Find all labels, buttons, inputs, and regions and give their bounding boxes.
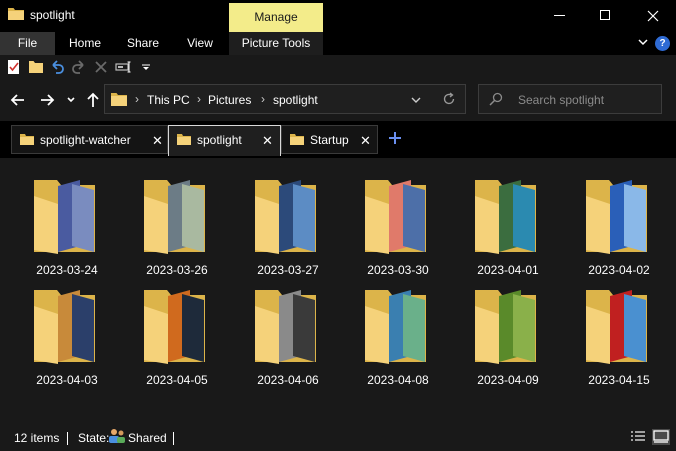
search-icon xyxy=(489,92,503,106)
tab-picture-tools[interactable]: Picture Tools xyxy=(229,32,323,55)
folder-icon xyxy=(290,134,304,145)
folder-item[interactable]: 2023-04-08 xyxy=(347,270,449,387)
folder-name: 2023-04-15 xyxy=(588,373,650,387)
tab-startup[interactable]: Startup ✕ xyxy=(281,125,378,154)
folder-item[interactable]: 2023-04-09 xyxy=(457,270,559,387)
folder-icon xyxy=(111,93,127,106)
close-tab-icon[interactable]: ✕ xyxy=(152,133,163,149)
maximize-icon xyxy=(600,10,610,20)
folder-item[interactable]: 2023-04-01 xyxy=(457,160,559,277)
address-dropdown-icon[interactable] xyxy=(410,94,422,106)
new-folder-icon[interactable] xyxy=(28,59,44,75)
folder-icon xyxy=(177,134,191,145)
breadcrumb-separator-icon[interactable]: › xyxy=(135,92,139,106)
folder-thumbnail-icon xyxy=(255,290,316,364)
title-bar: spotlight Manage xyxy=(0,0,676,32)
folder-icon xyxy=(20,134,34,145)
folder-thumbnail-icon xyxy=(255,180,316,254)
state-label: State: xyxy=(78,431,110,445)
breadcrumb-spotlight[interactable]: spotlight xyxy=(273,93,318,107)
tab-home[interactable]: Home xyxy=(57,32,113,55)
tab-label: spotlight xyxy=(197,133,242,147)
state-value: Shared xyxy=(128,431,167,445)
minimize-icon xyxy=(554,15,565,16)
delete-icon[interactable] xyxy=(93,59,109,75)
address-bar[interactable]: › This PC › Pictures › spotlight xyxy=(104,84,466,114)
refresh-icon[interactable] xyxy=(442,92,456,106)
new-tab-plus-icon[interactable] xyxy=(388,131,402,145)
tab-label: Startup xyxy=(310,133,349,147)
details-view-icon[interactable] xyxy=(629,429,647,445)
folder-thumbnail-icon xyxy=(34,290,95,364)
shared-users-icon xyxy=(109,429,125,443)
folder-item[interactable]: 2023-03-24 xyxy=(16,160,118,277)
customize-toolbar-icon[interactable] xyxy=(138,59,154,75)
maximize-button[interactable] xyxy=(583,0,629,32)
status-bar: 12 items State: Shared xyxy=(0,424,676,451)
back-arrow-icon[interactable] xyxy=(9,91,27,109)
folder-thumbnail-icon xyxy=(365,180,426,254)
status-divider xyxy=(67,432,68,445)
folder-name: 2023-04-06 xyxy=(257,373,319,387)
rename-icon[interactable] xyxy=(115,59,131,75)
folder-item[interactable]: 2023-03-26 xyxy=(126,160,228,277)
folder-thumbnail-icon xyxy=(144,180,205,254)
help-button[interactable]: ? xyxy=(655,36,670,51)
file-list: 2023-03-24 2023-03-26 2023-03-27 2023-03-30… xyxy=(0,158,676,424)
search-input[interactable]: Search spotlight xyxy=(518,93,604,107)
close-tab-icon[interactable]: ✕ xyxy=(360,133,371,149)
breadcrumb-separator-icon[interactable]: › xyxy=(261,92,265,106)
recent-locations-chevron-icon[interactable] xyxy=(64,91,78,109)
folder-name: 2023-04-03 xyxy=(36,373,98,387)
tab-spotlight-watcher[interactable]: spotlight-watcher ✕ xyxy=(11,125,168,154)
folder-item[interactable]: 2023-03-27 xyxy=(237,160,339,277)
navigation-bar: › This PC › Pictures › spotlight Search … xyxy=(0,79,676,121)
breadcrumb-separator-icon[interactable]: › xyxy=(197,92,201,106)
large-icons-view-icon[interactable] xyxy=(652,429,670,445)
folder-item[interactable]: 2023-04-15 xyxy=(568,270,670,387)
folder-item[interactable]: 2023-04-05 xyxy=(126,270,228,387)
undo-icon[interactable] xyxy=(49,59,65,75)
breadcrumb-this-pc[interactable]: This PC xyxy=(147,93,190,107)
folder-thumbnail-icon xyxy=(586,290,647,364)
folder-tab-strip: spotlight-watcher ✕ spotlight ✕ Startup … xyxy=(0,121,676,158)
folder-name: 2023-04-08 xyxy=(367,373,429,387)
manage-contextual-tab[interactable]: Manage xyxy=(229,3,323,32)
ribbon-tabs: File Home Share View Picture Tools ? xyxy=(0,32,676,55)
close-tab-icon[interactable]: ✕ xyxy=(262,133,273,149)
tab-file[interactable]: File xyxy=(0,32,55,55)
properties-icon[interactable] xyxy=(6,59,22,75)
up-arrow-icon[interactable] xyxy=(84,91,102,109)
folder-name: 2023-04-05 xyxy=(146,373,208,387)
folder-thumbnail-icon xyxy=(586,180,647,254)
window-title: spotlight xyxy=(30,8,75,22)
folder-thumbnail-icon xyxy=(365,290,426,364)
forward-arrow-icon[interactable] xyxy=(38,91,56,109)
folder-icon xyxy=(8,8,24,20)
folder-thumbnail-icon xyxy=(475,290,536,364)
folder-item[interactable]: 2023-04-03 xyxy=(16,270,118,387)
tab-view[interactable]: View xyxy=(176,32,224,55)
folder-item[interactable]: 2023-04-02 xyxy=(568,160,670,277)
item-count: 12 items xyxy=(14,431,60,445)
close-icon xyxy=(647,10,659,22)
tab-spotlight[interactable]: spotlight ✕ xyxy=(168,125,281,156)
search-box[interactable]: Search spotlight xyxy=(478,84,662,114)
folder-name: 2023-04-09 xyxy=(477,373,539,387)
folder-thumbnail-icon xyxy=(475,180,536,254)
minimize-button[interactable] xyxy=(537,0,583,32)
tab-share[interactable]: Share xyxy=(118,32,168,55)
tab-label: spotlight-watcher xyxy=(40,133,131,147)
chevron-down-icon[interactable] xyxy=(636,35,650,49)
quick-access-toolbar xyxy=(0,55,676,79)
folder-item[interactable]: 2023-03-30 xyxy=(347,160,449,277)
redo-icon[interactable] xyxy=(71,59,87,75)
breadcrumb-pictures[interactable]: Pictures xyxy=(208,93,251,107)
folder-thumbnail-icon xyxy=(144,290,205,364)
close-button[interactable] xyxy=(630,0,676,32)
status-divider xyxy=(173,432,174,445)
folder-item[interactable]: 2023-04-06 xyxy=(237,270,339,387)
folder-thumbnail-icon xyxy=(34,180,95,254)
